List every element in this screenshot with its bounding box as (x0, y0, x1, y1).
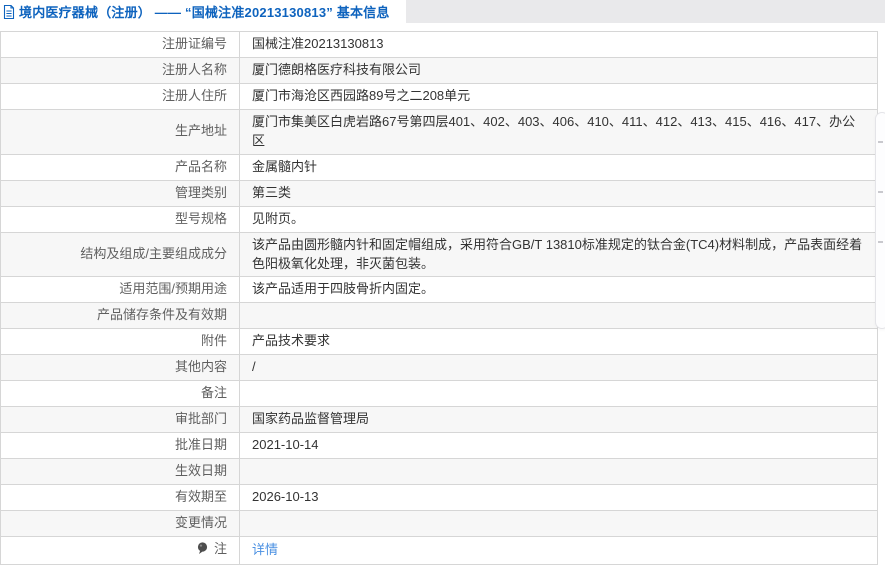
row-value: 产品技术要求 (239, 328, 878, 356)
table-row: 注册人住所 厦门市海沧区西园路89号之二208单元 (0, 83, 878, 110)
table-row: 有效期至 2026-10-13 (0, 484, 878, 512)
row-label: 注册人名称 (161, 62, 227, 78)
side-panel-tick (878, 141, 883, 143)
row-label: 附件 (200, 333, 227, 349)
tab-basic-info[interactable]: 境内医疗器械（注册） —— “国械注准20213130813” 基本信息 (0, 0, 406, 23)
row-value: 厦门市集美区白虎岩路67号第四层401、402、403、406、410、411、… (239, 109, 878, 155)
table-row: 产品储存条件及有效期 (0, 302, 878, 330)
detail-link[interactable]: 详情 (252, 542, 278, 557)
table-row: 适用范围/预期用途 该产品适用于四肢骨折内固定。 (0, 276, 878, 304)
registration-info-table: 注册证编号 国械注准20213130813 注册人名称 厦门德朗格医疗科技有限公… (0, 31, 878, 565)
table-row: 其他内容 / (0, 354, 878, 382)
row-label: 生产地址 (174, 123, 227, 139)
floating-side-panel[interactable] (875, 112, 885, 329)
row-value: 厦门德朗格医疗科技有限公司 (239, 57, 878, 84)
row-label: 结构及组成/主要组成成分 (80, 246, 227, 262)
row-value (239, 458, 878, 486)
row-label: 管理类别 (174, 184, 227, 200)
info-table-body: 注册证编号 国械注准20213130813 注册人名称 厦门德朗格医疗科技有限公… (0, 31, 878, 565)
row-label: 适用范围/预期用途 (119, 281, 227, 297)
row-value: 厦门市海沧区西园路89号之二208单元 (239, 83, 878, 110)
row-label: 审批部门 (174, 411, 227, 427)
row-label: 注册人住所 (161, 88, 227, 104)
table-row: 结构及组成/主要组成成分 该产品由圆形髓内针和固定帽组成，采用符合GB/T 13… (0, 231, 878, 278)
table-row: 注册证编号 国械注准20213130813 (0, 31, 878, 58)
row-value: / (239, 354, 878, 382)
row-value: 2026-10-13 (239, 484, 878, 512)
row-label: 其他内容 (174, 359, 227, 375)
table-row: 生效日期 (0, 458, 878, 486)
row-label: 型号规格 (174, 210, 227, 226)
table-row: 批准日期 2021-10-14 (0, 432, 878, 460)
table-row: 产品名称 金属髓内针 (0, 153, 878, 181)
table-row: 注 详情 (0, 536, 878, 565)
row-value: 该产品由圆形髓内针和固定帽组成，采用符合GB/T 13810标准规定的钛合金(T… (239, 231, 878, 278)
row-value: 该产品适用于四肢骨折内固定。 (239, 276, 878, 304)
row-value: 第三类 (239, 179, 878, 207)
row-label: 批准日期 (174, 437, 227, 453)
row-label: 产品名称 (174, 158, 227, 174)
table-row: 管理类别 第三类 (0, 179, 878, 207)
row-value: 金属髓内针 (239, 153, 878, 181)
row-value: 国械注准20213130813 (239, 31, 878, 58)
row-label: 注 (213, 541, 227, 557)
tab-bar: 境内医疗器械（注册） —— “国械注准20213130813” 基本信息 (0, 0, 885, 23)
row-value: 详情 (239, 536, 878, 565)
table-row: 型号规格 见附页。 (0, 205, 878, 233)
row-label: 变更情况 (174, 515, 227, 531)
table-row: 审批部门 国家药品监督管理局 (0, 406, 878, 434)
side-panel-tick (878, 241, 883, 243)
row-label: 注册证编号 (161, 36, 227, 52)
row-value: 国家药品监督管理局 (239, 406, 878, 434)
table-row: 附件 产品技术要求 (0, 328, 878, 356)
row-value: 2021-10-14 (239, 432, 878, 460)
row-value (239, 302, 878, 330)
row-value (239, 380, 878, 408)
side-panel-tick (878, 191, 883, 193)
page-title: 境内医疗器械（注册） —— “国械注准20213130813” 基本信息 (19, 5, 390, 20)
row-label: 生效日期 (174, 463, 227, 479)
table-row: 备注 (0, 380, 878, 408)
document-icon (3, 4, 15, 19)
row-label: 产品储存条件及有效期 (96, 307, 227, 323)
row-value: 见附页。 (239, 205, 878, 233)
table-row: 生产地址 厦门市集美区白虎岩路67号第四层401、402、403、406、410… (0, 109, 878, 155)
row-label: 有效期至 (174, 489, 227, 505)
row-value (239, 510, 878, 538)
note-pin-icon (197, 542, 208, 561)
row-label: 备注 (200, 385, 227, 401)
table-row: 变更情况 (0, 510, 878, 538)
table-row: 注册人名称 厦门德朗格医疗科技有限公司 (0, 57, 878, 84)
